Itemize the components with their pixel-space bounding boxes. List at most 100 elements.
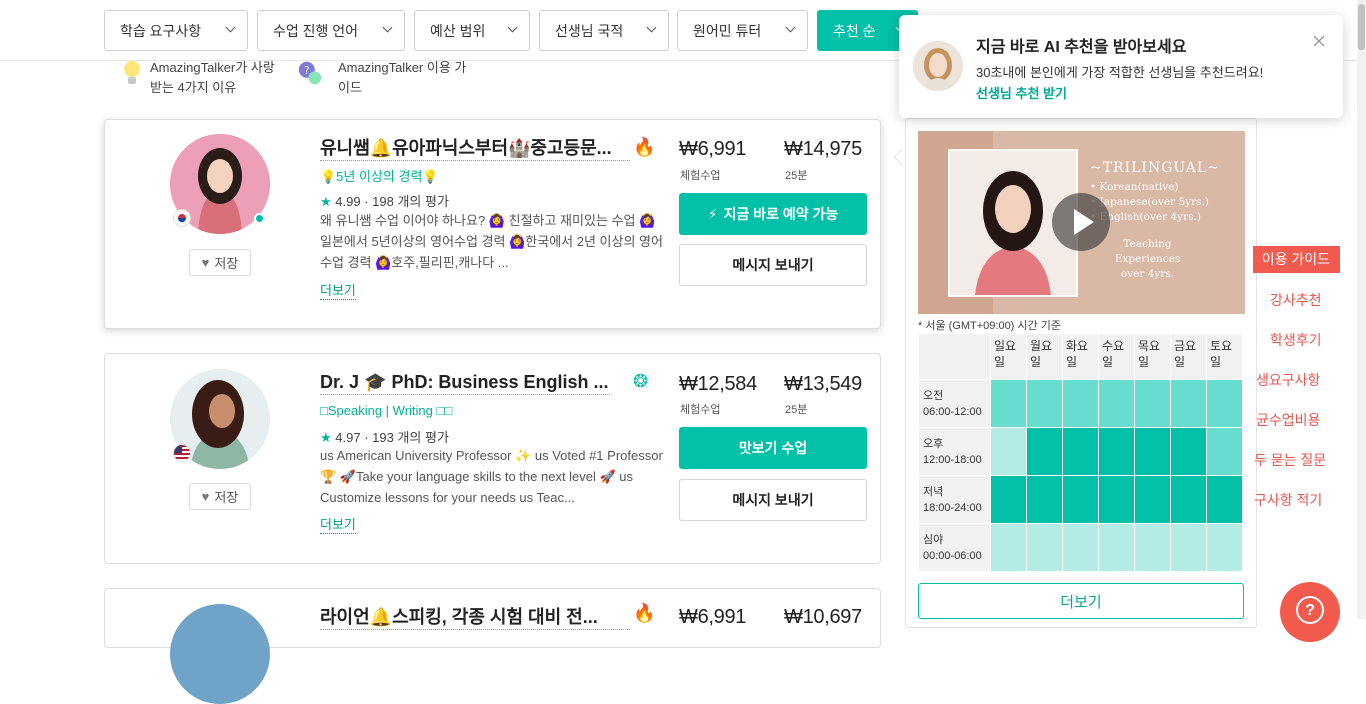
tutor-name[interactable]: Dr. J 🎓 PhD: Business English ... [320,370,610,395]
help-button[interactable]: ? [1280,582,1340,642]
availability-cell [990,475,1027,524]
tutor-card[interactable]: ♥ 저장 Dr. J 🎓 PhD: Business English ... ❂ … [104,353,881,564]
lesson-duration: 25분 [785,170,808,182]
availability-cell [1026,379,1063,428]
filter-native-tutor[interactable]: 원어민 튜터 [677,10,808,51]
filter-budget[interactable]: 예산 범위 [414,10,530,51]
filter-lesson-language[interactable]: 수업 진행 언어 [257,10,405,51]
period-time: 06:00-12:00 [923,405,982,418]
day-header: 수요일 [1098,333,1135,380]
lightning-icon: ⚡ [707,205,718,222]
timezone-note: * 서울 (GMT+09:00) 시간 기준 [918,320,1061,332]
availability-cell [1170,523,1207,572]
side-menu-item[interactable]: 두 묻는 질문 [1254,450,1326,470]
availability-cell [1062,523,1099,572]
availability-cell [1026,523,1063,572]
close-icon[interactable] [1311,33,1327,49]
tutor-rating: ★ 4.99 · 198 개의 평가 [320,194,449,209]
availability-cell [1062,427,1099,476]
tutor-card[interactable]: ♥ 저장 유니쌤🔔유아파닉스부터🏰중고등문... 🔥 💡5년 이상의 경력💡 ★ … [104,119,881,329]
availability-cell [990,427,1027,476]
save-button[interactable]: ♥ 저장 [189,483,251,510]
side-menu-item[interactable]: 학생후기 [1270,330,1322,350]
filter-label: 수업 진행 언어 [273,22,359,39]
tutor-card[interactable]: 라이언🔔스피킹, 각종 시험 대비 전... 🔥 ₩6,991 ₩10,697 [104,588,881,704]
availability-cell [1098,379,1135,428]
heart-icon: ♥ [201,255,210,270]
filter-label: 예산 범위 [430,22,486,39]
message-button[interactable]: 메시지 보내기 [679,244,867,286]
message-button[interactable]: 메시지 보내기 [679,479,867,521]
video-line: Teaching Experiences [1114,238,1181,265]
availability-cell [1134,427,1171,476]
scrollbar-thumb[interactable] [1358,4,1365,50]
period-label: 오전 06:00-12:00 [918,379,991,428]
period-name: 저녁 [923,485,944,498]
tutor-tag: 💡5년 이상의 경력💡 [320,169,439,184]
side-menu-item[interactable]: 균수업비용 [1256,410,1320,430]
side-menu-item[interactable]: 강사추천 [1270,290,1322,310]
korea-flag-icon [173,209,191,227]
popup-avatar [913,41,963,91]
reason-link-guide[interactable]: ? AmazingTalker 이용 가이드 [298,58,468,98]
period-name: 심야 [923,533,944,546]
availability-cell [1206,523,1243,572]
period-label: 저녁 18:00-24:00 [918,475,991,524]
availability-cell [1062,475,1099,524]
filter-learning-needs[interactable]: 학습 요구사항 [104,10,248,51]
side-menu-item[interactable]: 구사항 적기 [1254,490,1322,510]
tutor-name[interactable]: 유니쌤🔔유아파닉스부터🏰중고등문... [320,136,630,161]
review-count: 198 개의 평가 [372,194,449,209]
tutor-description: 왜 유니쌤 수업 이어야 하나요? 🙆‍♀️ 친절하고 재미있는 수업 🙆‍♀️… [320,213,663,270]
filter-label: 선생님 국적 [555,22,624,39]
more-link[interactable]: 더보기 [320,517,356,534]
usa-flag-icon [173,444,191,462]
tutor-preview-panel: ~TRILINGUAL~ • Korean(native) • Japanese… [905,118,1257,628]
chevron-down-icon [382,22,393,33]
period-label: 오후 12:00-18:00 [918,427,991,476]
availability-cell [1098,523,1135,572]
button-label: 지금 바로 예약 가능 [723,206,839,222]
trial-lesson-button[interactable]: 맛보기 수업 [679,427,867,469]
availability-table: 일요일 월요일 화요일 수요일 목요일 금요일 토요일 오전 06:00-12:00 오후 12:… [918,333,1243,572]
availability-cell [1170,475,1207,524]
side-menu-guide[interactable]: 이용 가이드 [1253,246,1340,273]
availability-cell [1062,379,1099,428]
lightbulb-icon [124,61,140,84]
side-menu-item[interactable]: 생요구사항 [1256,370,1320,390]
tutor-rating: ★ 4.97 · 193 개의 평가 [320,430,449,445]
ai-recommend-popup: 지금 바로 AI 추천을 받아보세요 30초내에 본인에게 가장 적합한 선생님… [899,15,1343,118]
view-more-button[interactable]: 더보기 [918,583,1244,619]
reason-text: AmazingTalker 이용 가이드 [338,60,467,95]
availability-cell [1170,379,1207,428]
scrollbar[interactable] [1357,0,1366,619]
tutor-avatar[interactable] [170,604,270,704]
trial-label: 체험수업 [680,404,721,416]
get-recommendation-link[interactable]: 선생님 추천 받기 [976,83,1067,102]
period-time: 18:00-24:00 [923,501,982,514]
video-title: ~TRILINGUAL~ [1090,160,1220,176]
availability-cell [990,379,1027,428]
star-icon: ★ [320,430,332,445]
chevron-down-icon [507,22,518,33]
more-link[interactable]: 더보기 [320,283,356,300]
filter-nationality[interactable]: 선생님 국적 [539,10,669,51]
lesson-duration: 25분 [785,404,808,416]
period-time: 12:00-18:00 [923,453,982,466]
save-button[interactable]: ♥ 저장 [189,249,251,276]
day-header: 목요일 [1134,333,1171,380]
reason-link-why[interactable]: AmazingTalker가 사랑받는 4가지 이유 [124,58,280,98]
tutor-name[interactable]: 라이언🔔스피킹, 각종 시험 대비 전... [320,605,630,630]
availability-cell [1134,523,1171,572]
availability-cell [990,523,1027,572]
trial-price: ₩12,584 [679,373,757,395]
online-status-dot [254,213,265,224]
instant-book-button[interactable]: ⚡ 지금 바로 예약 가능 [679,193,867,235]
badge-icon: ❂ [633,371,649,391]
intro-video[interactable]: ~TRILINGUAL~ • Korean(native) • Japanese… [918,131,1245,314]
play-icon[interactable] [1052,193,1110,251]
save-label: 저장 [214,490,239,505]
day-header: 토요일 [1206,333,1243,380]
help-icon: ? [1296,596,1324,624]
video-line: • Japanese(over 5yrs.) [1090,196,1209,208]
